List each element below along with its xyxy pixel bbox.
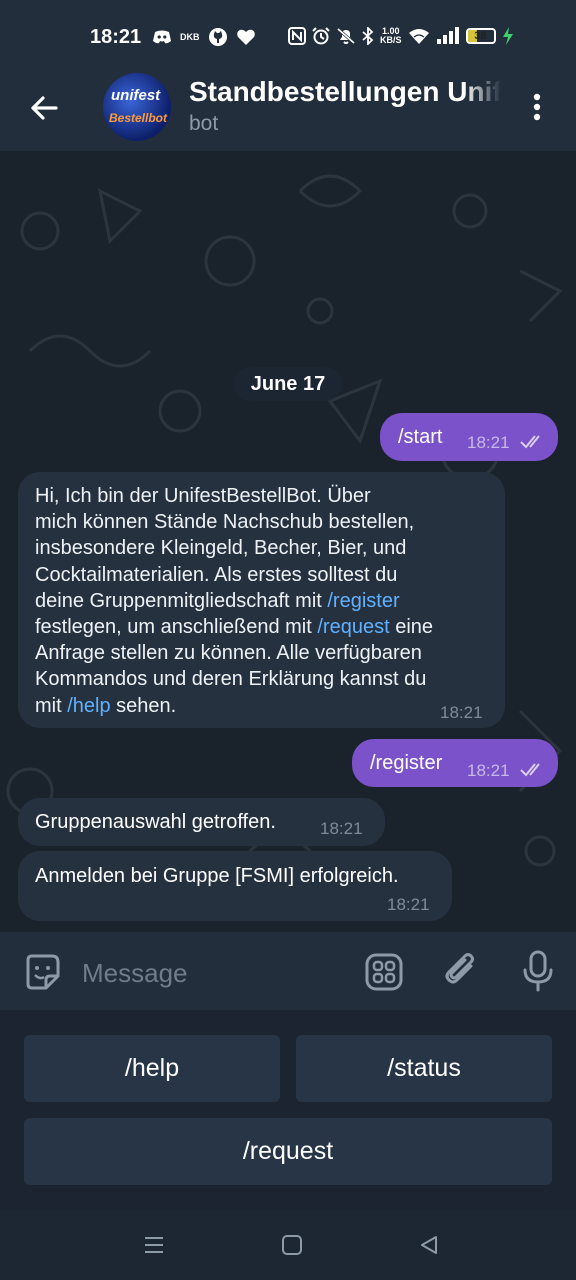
- message-time: 18:21: [320, 819, 363, 838]
- mute-icon: [337, 27, 355, 45]
- message-time: 18:21: [467, 433, 510, 452]
- register-link[interactable]: /register: [327, 590, 399, 612]
- chat-messages[interactable]: June 17 /start 18:21 Hi, Ich bin der Uni…: [0, 151, 576, 932]
- message-outgoing[interactable]: /register 18:21: [352, 739, 558, 787]
- recent-apps-icon[interactable]: [143, 1234, 165, 1256]
- message-time: 18:21: [440, 703, 483, 722]
- dkb-label: DKB: [180, 32, 200, 42]
- system-navigation-bar: [0, 1210, 576, 1280]
- message-text: Gruppenauswahl getroffen.: [35, 811, 276, 833]
- bluetooth-icon: [362, 27, 374, 45]
- battery-indicator: 38: [465, 28, 496, 44]
- message-text: /register: [370, 752, 443, 774]
- message-text: /start: [398, 426, 443, 448]
- message-text: Anmelden bei Gruppe [FSMI] erfolgreich.: [35, 865, 399, 887]
- nfc-icon: [288, 27, 306, 45]
- home-icon[interactable]: [281, 1234, 303, 1256]
- message-outgoing[interactable]: /start 18:21: [380, 413, 558, 461]
- chat-header: unifest Bestellbot Standbestellungen Uni…: [0, 66, 576, 151]
- message-composer: [0, 932, 576, 1010]
- more-vertical-icon[interactable]: [525, 92, 549, 122]
- signal-icon: [436, 27, 459, 44]
- network-speed: 1.00 KB/S: [380, 26, 402, 45]
- chat-title[interactable]: Standbestellungen Unifest: [189, 76, 501, 108]
- arrow-left-icon[interactable]: [28, 92, 60, 124]
- alarm-icon: [312, 27, 330, 45]
- double-check-icon: [520, 435, 540, 449]
- paperclip-icon[interactable]: [441, 950, 481, 992]
- grid-icon[interactable]: [364, 952, 404, 992]
- bot-keyboard: /help /status /request: [0, 1010, 576, 1210]
- double-check-icon: [520, 763, 540, 777]
- message-incoming[interactable]: Anmelden bei Gruppe [FSMI] erfolgreich. …: [18, 851, 452, 921]
- keyboard-button-request[interactable]: /request: [24, 1118, 552, 1185]
- github-icon: [208, 28, 227, 46]
- chat-subtitle: bot: [189, 112, 219, 135]
- discord-icon: [153, 30, 171, 44]
- keyboard-button-help[interactable]: /help: [24, 1035, 280, 1102]
- message-input[interactable]: [80, 954, 344, 992]
- heart-icon: [236, 29, 255, 45]
- message-text: Hi, Ich bin der UnifestBestellBot. Über …: [35, 485, 434, 717]
- keyboard-button-status[interactable]: /status: [296, 1035, 552, 1102]
- message-incoming[interactable]: Hi, Ich bin der UnifestBestellBot. Über …: [18, 472, 505, 728]
- request-link[interactable]: /request: [317, 616, 389, 638]
- charging-icon: [502, 27, 513, 45]
- message-time: 18:21: [387, 895, 430, 914]
- avatar[interactable]: unifest Bestellbot: [103, 73, 171, 141]
- help-link[interactable]: /help: [67, 695, 110, 717]
- wifi-icon: [408, 29, 429, 44]
- status-time: 18:21: [90, 26, 142, 48]
- message-time: 18:21: [467, 761, 510, 780]
- sticker-icon[interactable]: [22, 952, 62, 992]
- microphone-icon[interactable]: [518, 950, 558, 992]
- date-separator: June 17: [234, 367, 342, 401]
- message-incoming[interactable]: Gruppenauswahl getroffen. 18:21: [18, 798, 385, 846]
- status-bar: 18:21 DKB 1.00 KB/S 38: [0, 0, 576, 66]
- back-nav-icon[interactable]: [418, 1234, 440, 1256]
